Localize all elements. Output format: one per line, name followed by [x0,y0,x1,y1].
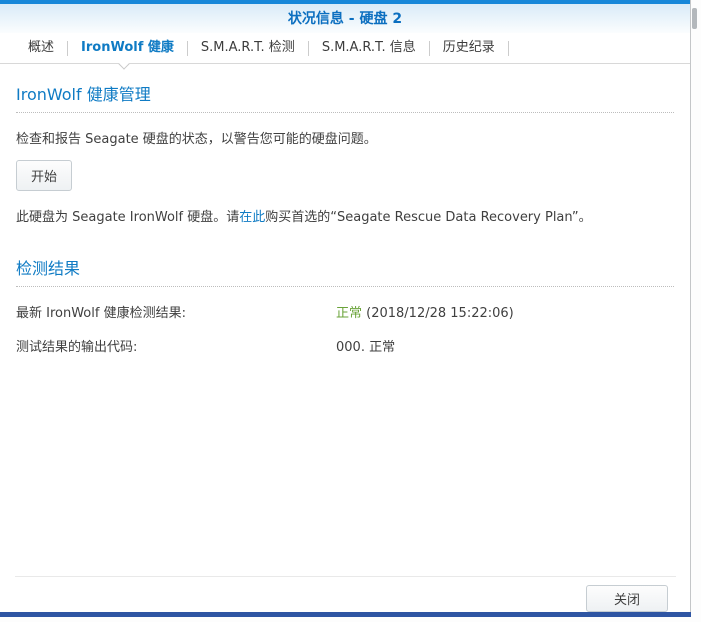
result-row-latest: 最新 IronWolf 健康检测结果: 正常 (2018/12/28 15:22… [16,302,674,321]
background-scrollbar-thumb[interactable] [692,8,697,29]
tab-content: IronWolf 健康管理 检查和报告 Seagate 硬盘的状态，以警告您可能… [0,64,690,355]
tab-ironwolf-health[interactable]: IronWolf 健康 [68,33,187,63]
window-bottom-border [0,612,691,617]
result-row-output-code: 测试结果的输出代码: 000. 正常 [16,336,674,355]
promo-text-prefix: 此硬盘为 Seagate IronWolf 硬盘。请 [16,210,239,225]
tab-divider [508,41,509,56]
health-description: 检查和报告 Seagate 硬盘的状态，以警告您可能的硬盘问题。 [16,128,674,147]
close-button[interactable]: 关闭 [586,585,668,612]
rescue-plan-promo: 此硬盘为 Seagate IronWolf 硬盘。请在此购买首选的“Seagat… [16,206,674,225]
footer-divider [15,576,676,577]
health-section-title: IronWolf 健康管理 [16,81,674,113]
tab-smart-info[interactable]: S.M.A.R.T. 信息 [309,33,429,63]
status-badge: 正常 [336,306,362,321]
window-title: 状况信息 - 硬盘 2 [288,11,402,27]
result-timestamp: (2018/12/28 15:22:06) [362,306,514,321]
tab-overview[interactable]: 概述 [15,33,67,63]
results-list: 最新 IronWolf 健康检测结果: 正常 (2018/12/28 15:22… [16,302,674,355]
status-info-dialog: 状况信息 - 硬盘 2 概述 IronWolf 健康 S.M.A.R.T. 检测… [0,0,691,617]
result-value: 正常 (2018/12/28 15:22:06) [336,302,514,321]
results-section-title: 检测结果 [16,255,674,287]
footer: 关闭 [0,584,691,612]
result-value: 000. 正常 [336,336,395,355]
result-label: 最新 IronWolf 健康检测结果: [16,302,336,321]
promo-text-suffix: 购买首选的“Seagate Rescue Data Recovery Plan”… [265,210,591,225]
rescue-plan-link[interactable]: 在此 [239,210,265,225]
tab-smart-test[interactable]: S.M.A.R.T. 检测 [188,33,308,63]
result-label: 测试结果的输出代码: [16,336,336,355]
start-button[interactable]: 开始 [16,160,72,191]
tab-history[interactable]: 历史纪录 [430,33,508,63]
titlebar[interactable]: 状况信息 - 硬盘 2 [0,4,690,33]
tab-bar: 概述 IronWolf 健康 S.M.A.R.T. 检测 S.M.A.R.T. … [0,33,690,64]
